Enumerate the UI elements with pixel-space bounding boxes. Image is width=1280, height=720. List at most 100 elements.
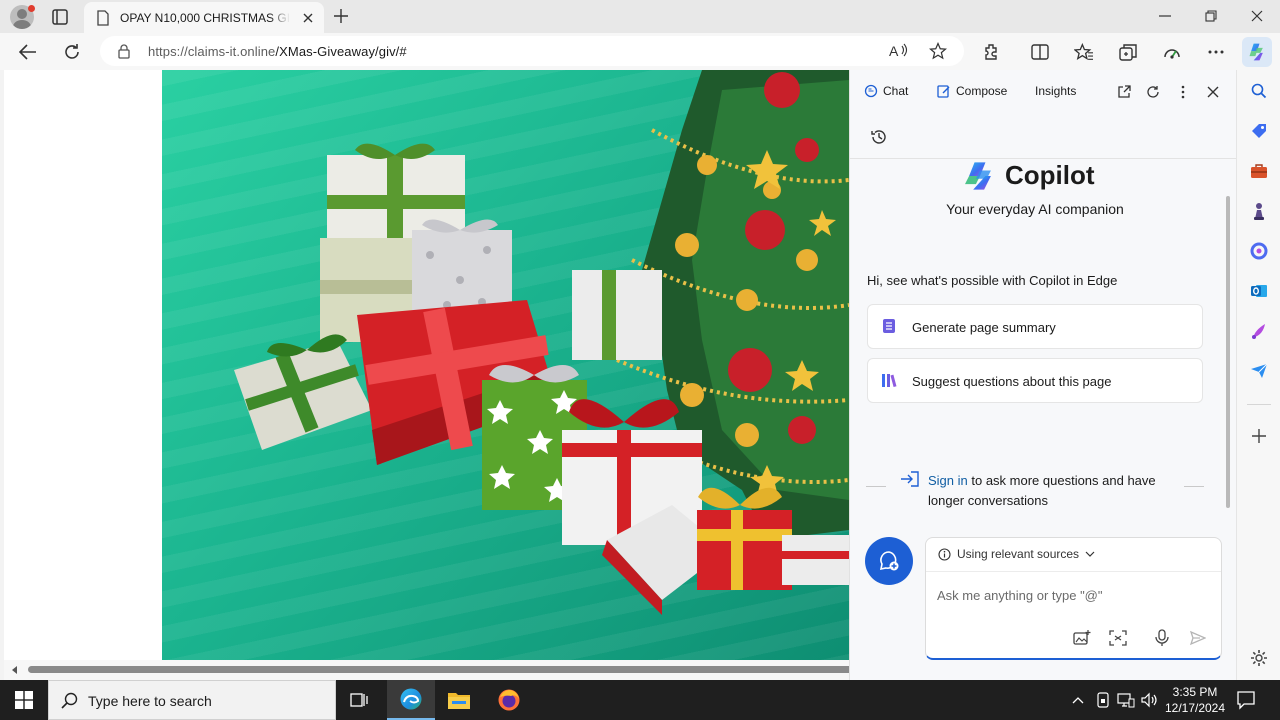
more-icon[interactable] <box>1174 83 1192 101</box>
windows-start-icon[interactable] <box>0 680 48 720</box>
send-icon[interactable] <box>1188 628 1208 648</box>
address-bar[interactable]: https://claims-it.online/XMas-Giveaway/g… <box>100 36 964 66</box>
scroll-left-icon[interactable] <box>12 666 17 674</box>
url-path: /XMas-Giveaway/giv/# <box>275 44 407 59</box>
chevron-down-icon <box>1085 551 1095 557</box>
new-topic-icon <box>879 551 899 571</box>
collections-icon[interactable] <box>1116 40 1140 64</box>
copilot-sidebar: Chat Compose Insights Copilot Your every… <box>849 70 1237 680</box>
designer-icon[interactable] <box>1249 321 1269 341</box>
web-page <box>4 70 849 680</box>
copilot-brand: Copilot <box>963 160 1095 191</box>
read-aloud-icon[interactable]: A <box>887 39 911 63</box>
lock-icon[interactable] <box>117 43 131 62</box>
chat-icon <box>864 84 878 98</box>
device-icon[interactable] <box>1094 691 1112 709</box>
suggest-questions-button[interactable]: Suggest questions about this page <box>867 358 1203 403</box>
profile-notification-dot <box>28 5 35 12</box>
tab-insights[interactable]: Insights <box>1035 84 1076 98</box>
compose-separator <box>926 571 1221 572</box>
copilot-divider <box>850 158 1237 159</box>
microphone-icon[interactable] <box>1152 628 1172 648</box>
more-icon[interactable] <box>1204 40 1228 64</box>
generate-summary-button[interactable]: Generate page summary <box>867 304 1203 349</box>
clock-date: 12/17/2024 <box>1164 701 1226 715</box>
microsoft365-icon[interactable] <box>1249 241 1269 261</box>
volume-icon[interactable] <box>1141 691 1159 709</box>
extensions-icon[interactable] <box>979 40 1003 64</box>
drop-icon[interactable] <box>1249 361 1269 381</box>
file-explorer-icon[interactable] <box>435 680 483 720</box>
hero-image[interactable] <box>162 70 849 660</box>
browser-tab[interactable]: OPAY N10,000 CHRISTMAS GIFT WEEK <box>84 2 324 33</box>
favorite-star-icon[interactable] <box>926 39 950 63</box>
shopping-tag-icon[interactable] <box>1249 121 1269 141</box>
page-icon <box>96 10 110 29</box>
horizontal-scrollbar[interactable] <box>4 660 849 680</box>
copilot-logo-icon <box>965 161 991 190</box>
performance-icon[interactable] <box>1160 40 1184 64</box>
task-view-icon[interactable] <box>336 680 384 720</box>
new-topic-button[interactable] <box>865 537 913 585</box>
taskbar-search[interactable]: Type here to search <box>48 680 336 720</box>
refresh-icon[interactable] <box>60 40 84 64</box>
new-tab-icon[interactable] <box>331 6 351 26</box>
firefox-icon[interactable] <box>485 680 533 720</box>
tab-strip: OPAY N10,000 CHRISTMAS GIFT WEEK <box>0 0 1280 33</box>
close-icon[interactable] <box>299 9 317 27</box>
copilot-brand-name: Copilot <box>1005 160 1095 190</box>
url-text[interactable]: https://claims-it.online/XMas-Giveaway/g… <box>148 44 407 59</box>
back-icon[interactable] <box>16 40 40 64</box>
books-icon <box>881 372 901 391</box>
copilot-scrollbar[interactable] <box>1226 196 1230 508</box>
svg-text:A: A <box>889 43 899 59</box>
tools-icon[interactable] <box>1249 161 1269 181</box>
add-image-icon[interactable] <box>1072 628 1092 648</box>
games-icon[interactable] <box>1249 201 1269 221</box>
tab-chat-label: Chat <box>883 84 909 98</box>
copilot-tagline: Your everyday AI companion <box>946 201 1124 217</box>
outlook-icon[interactable] <box>1249 281 1269 301</box>
tab-title: OPAY N10,000 CHRISTMAS GIFT WEEK <box>120 11 290 25</box>
settings-icon[interactable] <box>1249 648 1269 668</box>
copilot-hint: Hi, see what's possible with Copilot in … <box>867 273 1118 288</box>
tab-actions-icon[interactable] <box>48 6 72 28</box>
split-screen-icon[interactable] <box>1028 40 1052 64</box>
system-clock[interactable]: 3:35 PM 12/17/2024 <box>1158 684 1232 716</box>
signin-text: Sign in to ask more questions and have l… <box>928 471 1188 511</box>
tab-compose-label: Compose <box>956 84 1008 98</box>
edge-sidebar-separator <box>1247 404 1271 405</box>
restore-icon[interactable] <box>1198 5 1224 27</box>
network-icon[interactable] <box>1117 691 1135 709</box>
open-in-new-icon[interactable] <box>1115 83 1133 101</box>
search-icon <box>61 692 78 712</box>
favorites-icon[interactable] <box>1072 40 1096 64</box>
chevron-up-icon[interactable] <box>1069 691 1087 709</box>
generate-summary-label: Generate page summary <box>912 320 1056 335</box>
tab-compose[interactable]: Compose <box>937 84 1007 98</box>
sources-label: Using relevant sources <box>957 547 1080 561</box>
refresh-icon[interactable] <box>1144 83 1162 101</box>
screenshot-icon[interactable] <box>1108 628 1128 648</box>
signin-link[interactable]: Sign in <box>928 473 968 488</box>
copilot-icon[interactable] <box>1242 37 1272 67</box>
chat-compose-box: Using relevant sources Ask me anything o… <box>925 537 1222 660</box>
close-icon[interactable] <box>1204 83 1222 101</box>
window-close-icon[interactable] <box>1244 5 1270 27</box>
signin-line-left <box>866 486 886 487</box>
search-icon[interactable] <box>1249 81 1269 101</box>
tab-chat[interactable]: Chat <box>864 84 908 98</box>
add-icon[interactable] <box>1249 426 1269 446</box>
taskbar: Type here to search 3:35 PM 12/17/2024 <box>0 680 1280 720</box>
summary-icon <box>881 318 897 337</box>
clock-time: 3:35 PM <box>1172 685 1218 699</box>
edge-app-icon[interactable] <box>387 680 435 720</box>
signin-line-right <box>1184 486 1204 487</box>
sources-dropdown[interactable]: Using relevant sources <box>938 547 1095 561</box>
browser-toolbar: https://claims-it.online/XMas-Giveaway/g… <box>0 33 1280 70</box>
history-icon[interactable] <box>870 128 888 149</box>
notification-icon[interactable] <box>1236 690 1256 713</box>
minimize-icon[interactable] <box>1152 5 1178 27</box>
scrollbar-thumb[interactable] <box>28 666 849 673</box>
chat-input[interactable]: Ask me anything or type "@" <box>937 588 1103 603</box>
